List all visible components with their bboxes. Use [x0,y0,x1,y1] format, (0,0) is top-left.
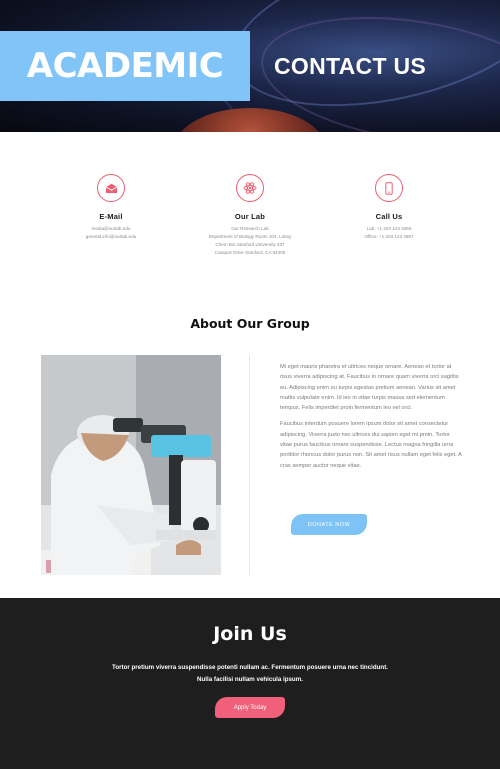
about-title: About Our Group [190,316,310,331]
about-paragraph: Faucibus interdum posuere lorem ipsum do… [280,421,462,469]
donate-now-button[interactable]: DONATE NOW [291,514,367,535]
contact-lab-line: Department of Biology Room 104, Lokey [208,234,292,239]
contact-call: Call Us Lab: +1 204 123 3456 Office: +1 … [309,174,469,241]
scientist-microscope-photo [41,355,221,575]
contact-email: E-Mail media@ourlab.edu general.info@our… [31,174,191,241]
contact-lab: Our Lab Our Research Lab Department of B… [170,174,330,257]
contact-email-title: E-Mail [99,212,123,221]
brand-logo[interactable]: ACADEMIC [27,46,224,86]
envelope-icon [97,174,125,202]
about-paragraph: Mi eget mauris pharetra et ultrices nequ… [280,364,459,412]
apply-today-button[interactable]: Apply Today [215,697,285,718]
hero-banner: ACADEMIC CONTACT US [0,0,500,132]
atom-icon [236,174,264,202]
join-title: Join Us [213,623,287,645]
contact-lab-line: Campus Drive Stanford, CA 94305 [214,250,286,255]
contact-lab-line: Our Research Lab [231,226,269,231]
join-text: Tortor pretium viverra suspendisse poten… [112,664,388,683]
contact-email-line[interactable]: media@ourlab.edu [31,225,191,233]
join-section: Join Us Tortor pretium viverra suspendis… [0,598,500,769]
contact-call-title: Call Us [375,212,403,221]
phone-icon [375,174,403,202]
contact-lab-title: Our Lab [234,212,266,221]
contact-section: E-Mail media@ourlab.edu general.info@our… [0,132,500,312]
page-title: CONTACT US [274,53,427,79]
about-text: Mi eget mauris pharetra et ultrices nequ… [280,362,462,471]
contact-lab-line: Chem Bio Stanford University 337 [215,242,285,247]
contact-call-line[interactable]: Office: +1 203 123 4567 [309,233,469,241]
contact-call-line[interactable]: Lab: +1 204 123 3456 [309,225,469,233]
contact-email-line[interactable]: general.info@ourlab.edu [31,233,191,241]
brand-logo-box[interactable]: ACADEMIC [0,31,250,101]
section-divider [249,355,250,575]
